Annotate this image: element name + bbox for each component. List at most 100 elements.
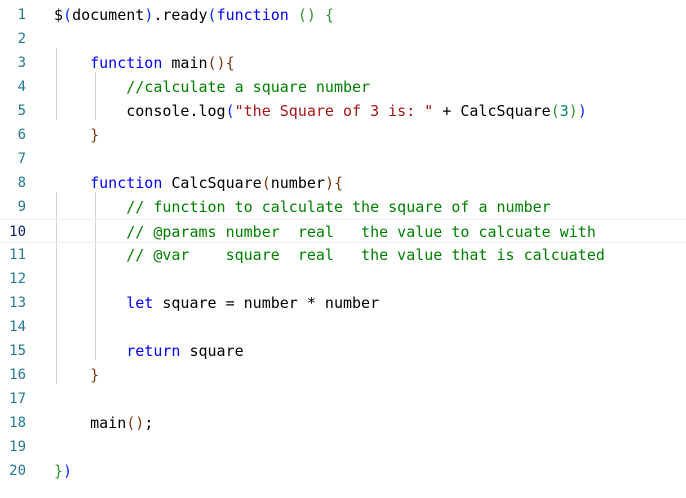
code-token: { — [333, 174, 343, 192]
code-token: ( — [207, 6, 217, 24]
code-line[interactable]: 14 — [0, 315, 686, 339]
code-token: () — [207, 54, 226, 72]
code-text[interactable]: // @var square real the value that is ca… — [54, 243, 605, 267]
code-token: ) — [63, 462, 73, 480]
code-token: ( — [225, 102, 235, 120]
code-text[interactable]: //calculate a square number — [54, 75, 370, 99]
code-text[interactable]: main(); — [54, 411, 153, 435]
code-line[interactable]: 2 — [0, 27, 686, 51]
line-number: 17 — [9, 391, 26, 407]
line-number: 11 — [9, 247, 26, 263]
code-line[interactable]: 17 — [0, 387, 686, 411]
line-number: 12 — [9, 271, 26, 287]
code-token: //calculate a square number — [126, 78, 371, 96]
code-line[interactable]: 11 // @var square real the value that is… — [0, 243, 686, 267]
code-line[interactable]: 5 console.log("the Square of 3 is: " + C… — [0, 99, 686, 123]
code-token: ) — [324, 174, 334, 192]
line-number: 13 — [9, 295, 26, 311]
code-token: } — [90, 126, 100, 144]
code-token: square = number * number — [153, 294, 380, 312]
code-token: main — [162, 54, 208, 72]
code-line[interactable]: 9 // function to calculate the square of… — [0, 195, 686, 219]
code-token: "the Square of 3 is: " — [234, 102, 434, 120]
code-token: // function to calculate the square of a… — [126, 198, 551, 216]
code-token: number — [270, 174, 325, 192]
code-token: { — [324, 6, 334, 24]
code-token: function — [216, 6, 289, 24]
line-number: 5 — [17, 103, 26, 119]
code-token: () — [297, 6, 316, 24]
line-number: 18 — [9, 415, 26, 431]
code-line[interactable]: 20}) — [0, 459, 686, 483]
code-line[interactable]: 8 function CalcSquare(number){ — [0, 171, 686, 195]
line-number: 14 — [9, 319, 26, 335]
code-token: function — [90, 54, 163, 72]
code-text[interactable]: $(document).ready(function () { — [54, 3, 334, 27]
line-number: 16 — [9, 367, 26, 383]
code-token: ) — [568, 102, 578, 120]
code-line[interactable]: 4 //calculate a square number — [0, 75, 686, 99]
code-token: square — [180, 342, 244, 360]
line-number: 9 — [17, 199, 26, 215]
code-token: ( — [261, 174, 271, 192]
code-token: ; — [144, 414, 154, 432]
line-number: 7 — [17, 151, 26, 167]
line-number: 6 — [17, 127, 26, 143]
code-line[interactable]: 3 function main(){ — [0, 51, 686, 75]
code-token: } — [90, 366, 100, 384]
code-editor[interactable]: 1 $(document).ready(function () { 2 3 funct… — [0, 0, 686, 498]
code-token: let — [126, 294, 154, 312]
code-line[interactable]: 6 } — [0, 123, 686, 147]
code-text[interactable]: } — [54, 363, 99, 387]
code-token: CalcSquare — [162, 174, 262, 192]
code-token: document — [72, 6, 145, 24]
code-token: () — [126, 414, 145, 432]
line-number: 3 — [17, 55, 26, 71]
line-number: 2 — [17, 31, 26, 47]
code-text[interactable]: console.log("the Square of 3 is: " + Cal… — [54, 99, 587, 123]
code-line[interactable]: 1 $(document).ready(function () { — [0, 3, 686, 27]
code-text[interactable]: }) — [54, 459, 72, 483]
code-text[interactable]: // function to calculate the square of a… — [54, 195, 551, 219]
code-line[interactable]: 12 — [0, 267, 686, 291]
code-text[interactable]: return square — [54, 339, 244, 363]
code-line[interactable]: 18 main(); — [0, 411, 686, 435]
code-token: ( — [63, 6, 73, 24]
line-number: 10 — [9, 224, 26, 240]
code-line[interactable]: 16 } — [0, 363, 686, 387]
code-line[interactable]: 10 // @params number real the value to c… — [0, 219, 686, 243]
code-line[interactable]: 19 — [0, 435, 686, 459]
code-line[interactable]: 15 return square — [0, 339, 686, 363]
code-text[interactable]: } — [54, 123, 99, 147]
line-number: 19 — [9, 439, 26, 455]
code-token: $ — [54, 6, 64, 24]
line-number: 4 — [17, 79, 26, 95]
line-number: 8 — [17, 175, 26, 191]
line-number: 20 — [9, 463, 26, 479]
code-token: } — [54, 462, 64, 480]
code-token: { — [225, 54, 235, 72]
code-token: console.log — [54, 102, 226, 120]
code-token: return — [126, 342, 181, 360]
code-token: ( — [550, 102, 560, 120]
code-line[interactable]: 13 let square = number * number — [0, 291, 686, 315]
code-token: main — [54, 414, 127, 432]
line-number: 1 — [17, 7, 26, 23]
code-text[interactable]: let square = number * number — [54, 291, 379, 315]
code-token: + CalcSquare — [433, 102, 551, 120]
code-text[interactable]: function main(){ — [54, 51, 235, 75]
code-token: function — [90, 174, 163, 192]
code-line[interactable]: 7 — [0, 147, 686, 171]
code-text[interactable]: // @params number real the value to calc… — [54, 220, 596, 244]
code-text[interactable]: function CalcSquare(number){ — [54, 171, 343, 195]
